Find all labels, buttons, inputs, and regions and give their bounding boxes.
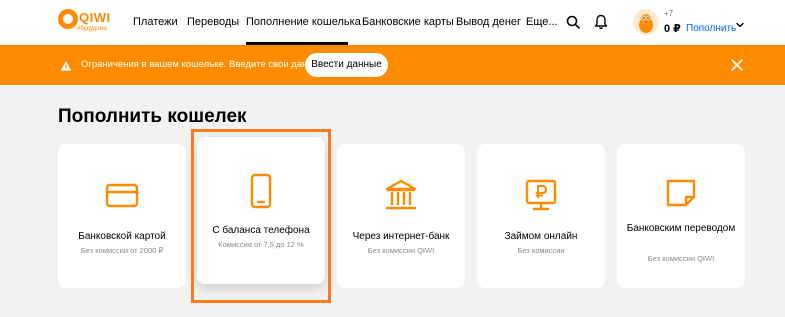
avatar[interactable] <box>633 9 659 35</box>
balance-amount: 0 ₽ <box>664 23 681 35</box>
logo-hashtag: #будудома <box>77 26 108 32</box>
chevron-down-icon[interactable] <box>735 17 745 28</box>
enter-data-button[interactable]: Ввести данные <box>305 53 388 77</box>
search-icon[interactable] <box>566 15 582 31</box>
bell-icon[interactable] <box>594 14 610 30</box>
card-title: Банковским переводом <box>626 223 736 234</box>
bank-icon <box>383 177 419 213</box>
card-subtitle: Комиссия от 7,5 до 12 % <box>218 240 304 249</box>
phone-icon <box>243 173 279 209</box>
topup-card-phone-balance[interactable]: С баланса телефона Комиссия от 7,5 до 12… <box>197 137 325 284</box>
nav-item-transfers[interactable]: Переводы <box>187 16 239 28</box>
document-icon <box>663 175 699 211</box>
card-subtitle: Без комиссии QIWI <box>367 246 435 255</box>
warning-icon <box>60 59 72 71</box>
card-title: Банковской картой <box>78 231 166 242</box>
topup-link[interactable]: Пополнить <box>686 23 736 34</box>
card-title: С баланса телефона <box>212 225 310 236</box>
qiwi-logo[interactable]: QIWI #будудома <box>58 9 118 37</box>
card-subtitle: Без комиссии от 2000 ₽ <box>80 246 164 255</box>
nav-item-more[interactable]: Еще... <box>526 16 558 28</box>
nav-item-wallet-topup[interactable]: Пополнение кошелька <box>246 16 361 28</box>
card-title: Займом онлайн <box>504 231 578 242</box>
nav-item-withdraw[interactable]: Вывод денег <box>456 16 521 28</box>
card-subtitle: Без комиссии QIWI <box>647 254 715 263</box>
topup-card-bank-transfer[interactable]: Банковским переводом Без комиссии QIWI <box>617 144 745 288</box>
monitor-ruble-icon <box>523 177 559 213</box>
phone-prefix: +7 <box>664 9 674 18</box>
restriction-banner: Ограничения в вашем кошельке. Введите св… <box>0 45 785 85</box>
card-subtitle: Без комиссии <box>517 246 565 255</box>
close-icon[interactable] <box>730 58 744 72</box>
nav-item-payments[interactable]: Платежи <box>133 16 178 28</box>
logo-text: QIWI <box>79 10 111 25</box>
top-header: QIWI #будудома Платежи Переводы Пополнен… <box>0 0 785 45</box>
page-title: Пополнить кошелек <box>58 106 247 127</box>
banner-message: Ограничения в вашем кошельке. Введите св… <box>81 59 328 70</box>
card-icon <box>104 177 140 213</box>
nav-item-bank-cards[interactable]: Банковские карты <box>362 16 454 28</box>
topup-card-bank-card[interactable]: Банковской картой Без комиссии от 2000 ₽ <box>58 144 186 288</box>
card-title: Через интернет-банк <box>352 231 450 242</box>
topup-card-online-loan[interactable]: Займом онлайн Без комиссии <box>477 144 605 288</box>
logo-mark <box>58 9 78 29</box>
topup-card-internet-bank[interactable]: Через интернет-банк Без комиссии QIWI <box>337 144 465 288</box>
